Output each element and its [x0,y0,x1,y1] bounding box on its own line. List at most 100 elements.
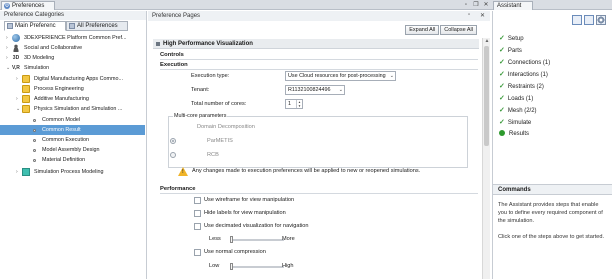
maximize-pane-icon[interactable]: ▫ [468,12,470,18]
tree-item[interactable]: Common Result [0,125,145,135]
multicore-legend: Multi-core parameters [173,113,228,119]
execution-type-select[interactable]: Use Cloud resources for post-processing … [285,71,396,81]
assistant-step-label: Connections (1) [507,60,551,66]
collapsed-arrow-icon[interactable]: › [6,33,11,43]
radio-rcb[interactable] [170,152,176,158]
decimation-slider[interactable] [230,239,284,241]
execution-type-value: Use Cloud resources for post-processing [288,73,386,79]
assistant-tab[interactable]: Assistant [493,1,533,10]
tree-item[interactable]: ⌄ Physics Simulation and Simulation ... [0,104,145,114]
tree-item[interactable]: Common Model [0,115,145,125]
assistant-step[interactable]: ✓ Parts [499,45,522,56]
expand-collapse-bar: Expand All Collapse All [404,25,477,35]
assistant-step[interactable]: ✓ Connections (1) [499,57,550,68]
tree-item[interactable]: › 3D 3D Modeling [0,53,145,63]
performance-divider [160,193,478,194]
tenant-label: Tenant: [191,87,210,93]
collapse-toggle-icon[interactable] [156,42,160,46]
tree-item[interactable]: › Additive Manufacturing [0,94,145,104]
execution-type-label: Execution type: [191,73,230,79]
compression-slider[interactable] [230,266,284,268]
tree-item[interactable]: Material Definition [0,155,145,165]
collapsed-arrow-icon[interactable]: › [16,167,21,177]
globe-icon [12,34,20,42]
compression-slider-thumb[interactable] [230,263,233,270]
tree-item[interactable]: › Simulation Process Modeling [0,167,145,177]
status-dot-icon [499,130,505,137]
cores-value: 1 [288,101,291,107]
radio-parmetis[interactable] [170,138,176,144]
minimize-icon[interactable]: ▫ [462,1,470,9]
assistant-step[interactable]: ✓ Interactions (1) [499,69,548,80]
section-header-hpv[interactable]: High Performance Visualization [153,39,479,49]
expanded-arrow-icon[interactable]: ⌄ [16,104,21,114]
collapsed-arrow-icon[interactable]: › [6,43,11,53]
warning-icon: ! [178,167,188,176]
preferences-tab[interactable]: ⚙ Preferences [1,1,55,10]
tree-item[interactable]: Model Assembly Design [0,145,145,155]
folder-icon [22,75,30,83]
checkbox-decimated[interactable] [194,223,201,230]
tree-item[interactable]: Process Engineering [0,84,145,94]
collapsed-arrow-icon[interactable]: › [6,53,11,63]
tree-item[interactable]: Common Execution [0,135,145,145]
category-tabs: Main Preferenc All Preferences [0,21,146,32]
restore-icon[interactable]: ❐ [472,1,480,9]
check-icon: ✓ [499,59,505,66]
preference-pages-pane: Preference Pages ▫ ✕ Expand All Collapse… [148,11,490,279]
tree-item-label: Common Model [42,117,81,123]
assistant-step[interactable]: ✓ Mesh (2/2) [499,105,537,116]
expand-all-button[interactable]: Expand All [405,25,440,35]
checkbox-decimated-label: Use decimated visualization for navigati… [204,223,309,229]
performance-group-label: Performance [160,186,196,192]
checkbox-wireframe-label: Use wireframe for view manipulation [204,197,295,203]
tab-main-label: Main Preferenc [15,23,56,29]
check-icon: ✓ [499,83,505,90]
tree-item-label: Common Execution [42,137,90,143]
preference-pages-title: Preference Pages [148,11,490,21]
table-icon[interactable] [572,15,582,25]
checkbox-normal-compression[interactable] [194,249,201,256]
tree-item-label: Material Definition [42,157,86,163]
assistant-step[interactable]: ✓ Loads (1) [499,93,533,104]
cores-label: Total number of cores: [191,101,247,107]
list-icon[interactable] [584,15,594,25]
tree-item[interactable]: › 3DEXPERIENCE Platform Common Pref... [0,33,145,43]
assistant-step[interactable]: Results [499,129,529,140]
check-icon: ✓ [499,71,505,78]
checkbox-hide-labels[interactable] [194,210,201,217]
tenant-select[interactable]: R1132100824496 ⌄ [285,85,345,95]
tab-all-preferences[interactable]: All Preferences [66,21,128,31]
collapsed-arrow-icon[interactable]: › [16,74,21,84]
tree-item-label: 3DEXPERIENCE Platform Common Pref... [24,35,127,41]
scroll-up-icon[interactable]: ▲ [483,38,491,45]
dot-icon [33,159,36,162]
checkbox-hide-labels-label: Hide labels for view manipulation [204,210,286,216]
checkbox-wireframe[interactable] [194,197,201,204]
assistant-tab-label: Assistant [497,3,522,9]
assistant-step[interactable]: ✓ Setup [499,33,524,44]
collapsed-arrow-icon[interactable]: › [16,94,21,104]
assistant-pane: ✓ Setup ✓ Parts ✓ Connections (1) ✓ Interaction… [492,11,612,279]
tree-item[interactable]: › Social and Collaborative [0,43,145,53]
vertical-scrollbar[interactable]: ▲ [482,38,490,279]
expanded-arrow-icon[interactable]: ⌄ [6,63,11,73]
tab-main-preferences[interactable]: Main Preferenc [4,21,66,31]
close-pane-icon[interactable]: ✕ [480,12,485,19]
tree-item-label: Simulation Process Modeling [34,169,104,175]
warning-text: Any changes made to execution preference… [192,168,421,174]
vr-icon: V,R [12,65,20,71]
chevron-down-icon: ⌄ [338,87,343,93]
collapse-all-button[interactable]: Collapse All [440,25,477,35]
tree-item[interactable]: › Digital Manufacturing Apps Commo... [0,74,145,84]
cores-spinner[interactable]: 1 ▲ ▼ [285,99,303,109]
settings-gear-icon[interactable] [596,15,606,25]
tree-item[interactable]: ⌄ V,R Simulation [0,63,145,73]
assistant-step[interactable]: ✓ Simulate [499,117,531,128]
spinner-arrows-icon[interactable]: ▲ ▼ [296,100,302,108]
assistant-step[interactable]: ✓ Restraints (2) [499,81,544,92]
close-icon[interactable]: ✕ [482,1,490,9]
scrollbar-thumb[interactable] [484,46,489,146]
execution-group-label: Execution [160,62,188,68]
decimation-slider-thumb[interactable] [230,236,233,243]
